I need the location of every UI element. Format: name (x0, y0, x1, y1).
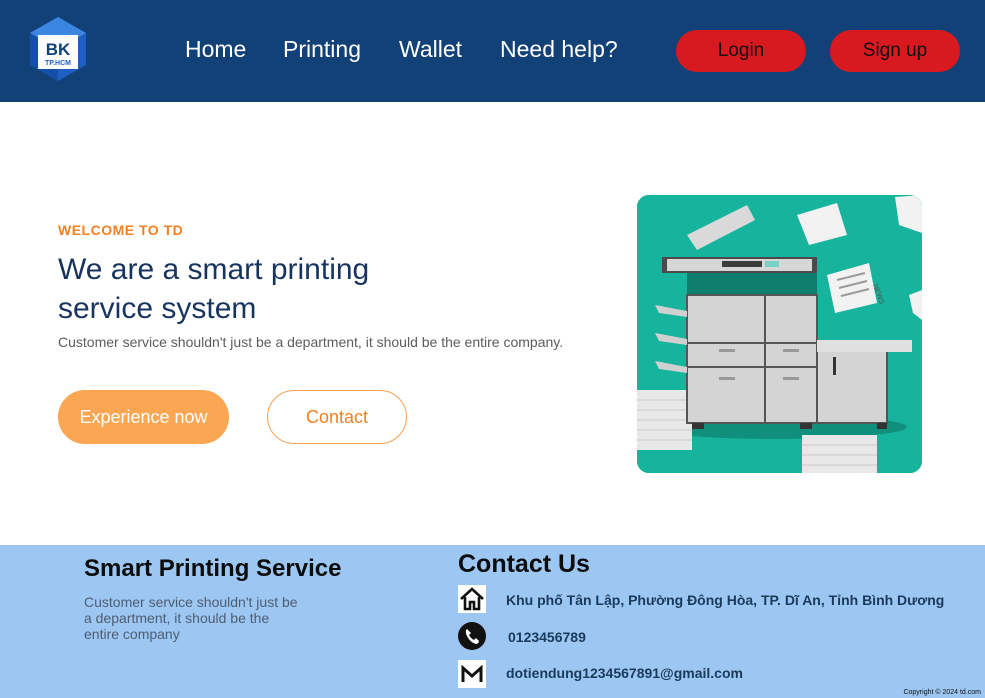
footer: Smart Printing Service Customer service … (0, 545, 985, 698)
login-button[interactable]: Login (676, 30, 806, 72)
home-icon (458, 585, 486, 613)
experience-now-button[interactable]: Experience now (58, 390, 229, 444)
footer-brand: Smart Printing Service (84, 555, 342, 582)
contact-button[interactable]: Contact (267, 390, 407, 444)
top-nav-bar: BK TP.HCM Home Printing Wallet Need help… (0, 0, 985, 102)
nav-home[interactable]: Home (185, 36, 246, 63)
nav-need-help[interactable]: Need help? (500, 36, 618, 63)
hero-title-line2: service system (58, 292, 257, 325)
hero-title-line1: We are a smart printing (58, 253, 370, 286)
gmail-icon (458, 660, 486, 688)
phone-icon (458, 622, 486, 650)
contact-phone[interactable]: 0123456789 (508, 629, 586, 645)
logo-text: BK (46, 40, 71, 59)
contact-email[interactable]: dotiendung1234567891@gmail.com (506, 665, 743, 681)
signup-button[interactable]: Sign up (830, 30, 960, 72)
footer-description: Customer service shouldn't just be a dep… (84, 594, 298, 642)
logo-icon[interactable]: BK TP.HCM (24, 15, 92, 83)
welcome-label: WELCOME TO TD (58, 222, 184, 238)
hero-title: We are a smart printing service system (58, 250, 458, 328)
nav-wallet[interactable]: Wallet (399, 36, 462, 63)
printer-illustration: NEWS (637, 195, 922, 473)
nav-printing[interactable]: Printing (283, 36, 361, 63)
copyright: Copyright © 2024 td.com (903, 689, 981, 696)
logo-subtext: TP.HCM (45, 60, 71, 67)
hero-subtitle: Customer service shouldn't just be a dep… (58, 334, 564, 350)
contact-address: Khu phố Tân Lập, Phường Đông Hòa, TP. Dĩ… (506, 592, 945, 608)
contact-us-title: Contact Us (458, 550, 590, 578)
